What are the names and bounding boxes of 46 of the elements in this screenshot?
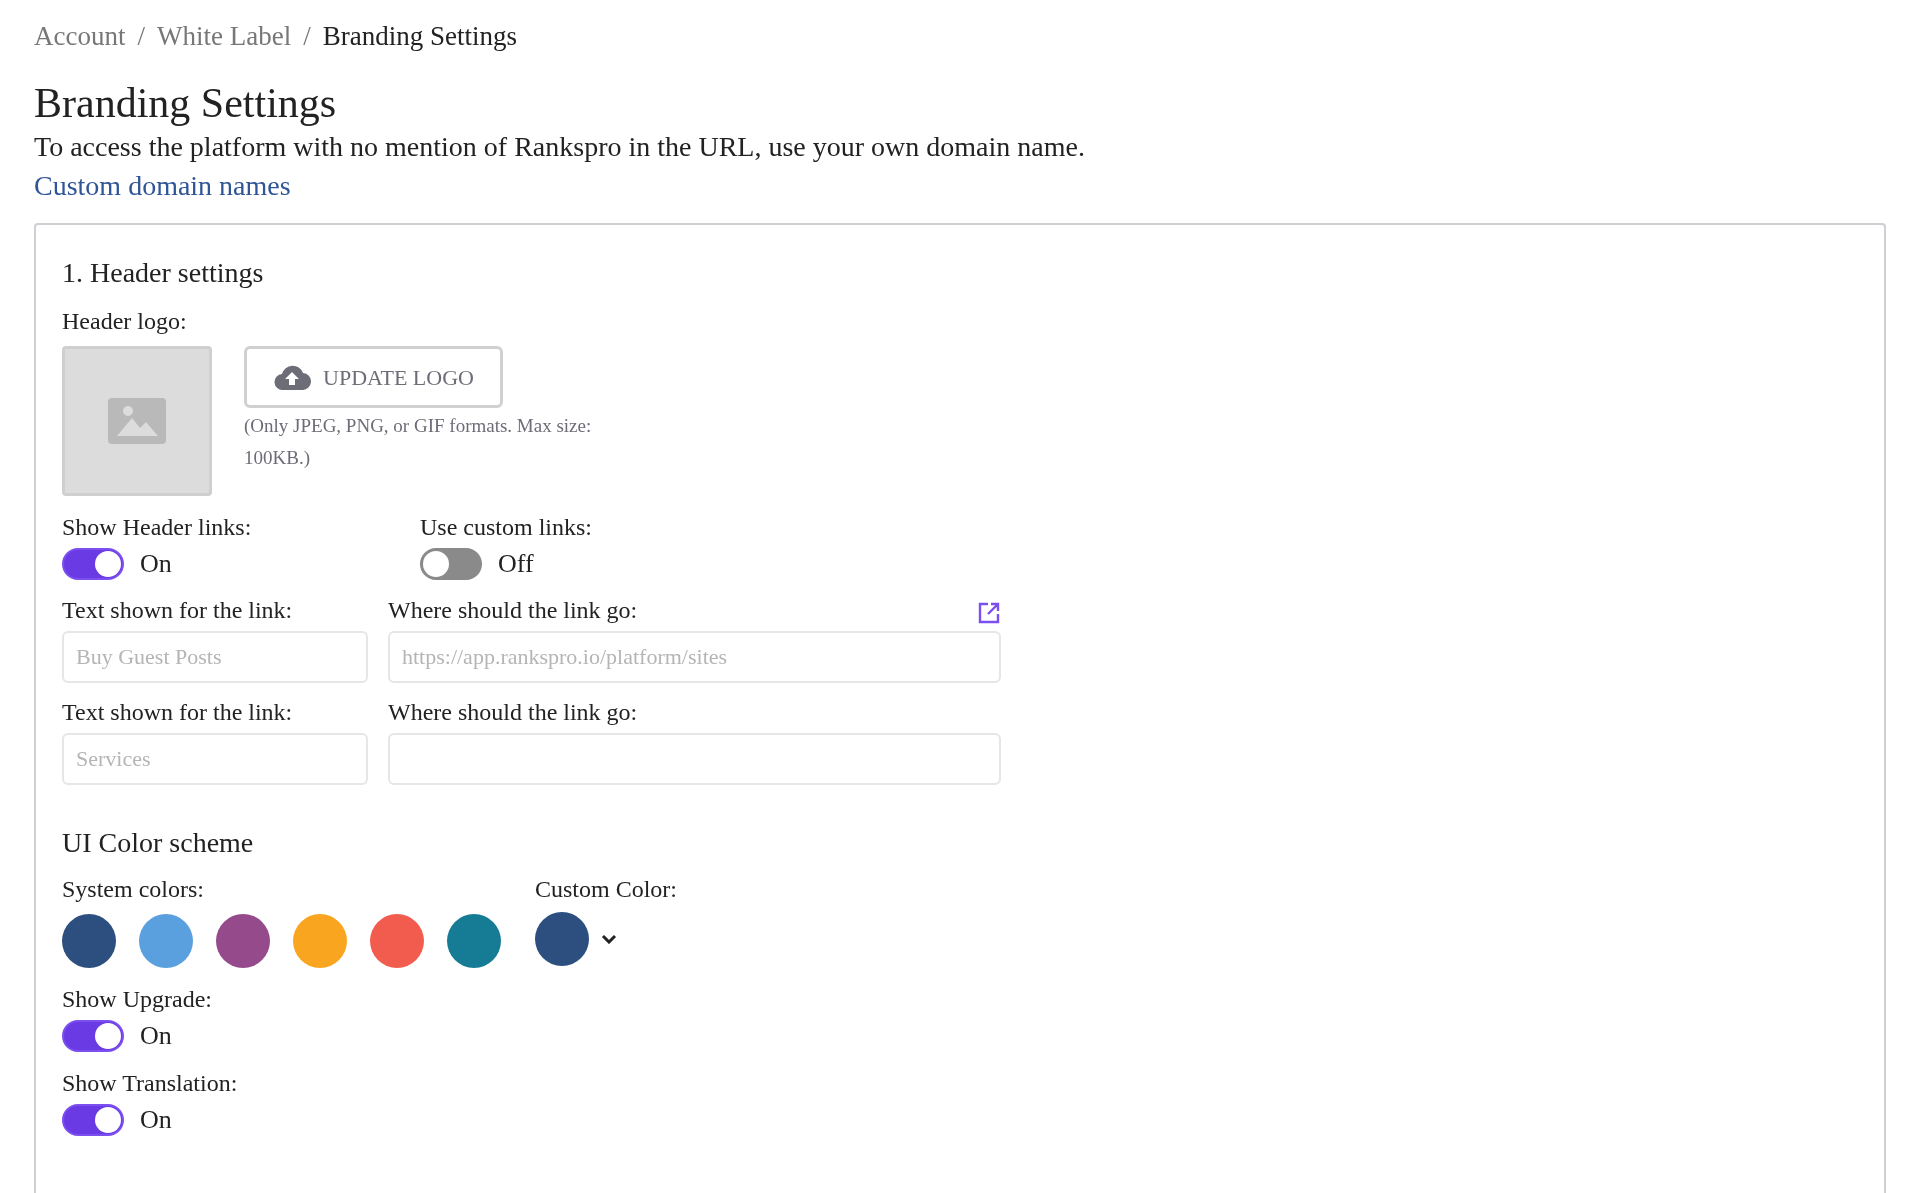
color-swatch[interactable] [447, 913, 501, 968]
toggle-state: Off [498, 548, 534, 580]
chevron-down-icon[interactable] [601, 933, 617, 944]
color-swatch[interactable] [216, 913, 270, 968]
toggle-switch[interactable] [62, 548, 124, 581]
toggle-switch[interactable] [420, 548, 482, 581]
section-title: UI Color scheme [62, 825, 255, 860]
color-swatch[interactable] [293, 913, 347, 968]
link-text-field[interactable]: Services [62, 732, 368, 785]
breadcrumb-link[interactable]: White Label [157, 16, 292, 57]
color-swatch[interactable] [139, 913, 193, 968]
breadcrumb-link[interactable]: Branding Settings [322, 16, 517, 57]
custom-domain-link[interactable]: Custom domain names [34, 168, 1886, 203]
upload-hint: (Only JPEG, PNG, or GIF formats. Max size: 100KB.) [244, 414, 593, 470]
external-link-icon[interactable] [977, 600, 1001, 625]
toggle-state: On [140, 1019, 172, 1052]
field-label: Text shown for the link: [62, 595, 294, 625]
breadcrumb-link[interactable]: Account [34, 16, 126, 57]
field-label: System colors: [62, 874, 205, 904]
field-label: Where should the link go: [388, 697, 638, 727]
image-icon [108, 398, 166, 444]
field-label: Header logo: [62, 307, 188, 336]
breadcrumb-separator: / [137, 20, 145, 53]
toggle-state: On [140, 1104, 172, 1136]
field-label: Custom Color: [535, 874, 678, 904]
field-label: Use custom links: [420, 513, 592, 542]
link-url-field[interactable] [388, 732, 1001, 785]
breadcrumb-separator: / [303, 20, 311, 53]
toggle-switch[interactable] [62, 1104, 124, 1137]
field-label: Show Translation: [62, 1069, 239, 1098]
page-description: To access the platform with no mention of Rankspro in the URL, use your own domain name. [34, 130, 1086, 164]
custom-color-swatch[interactable] [535, 911, 589, 966]
field-label: Where should the link go: [388, 595, 638, 625]
toggle-state: On [140, 548, 172, 580]
cloud-upload-icon [273, 364, 311, 390]
link-text-field[interactable]: Buy Guest Posts [62, 630, 368, 683]
field-label: Show Header links: [62, 513, 253, 542]
toggle-switch[interactable] [62, 1019, 124, 1052]
color-swatch[interactable] [370, 913, 424, 968]
section-title: 1. Header settings [62, 256, 265, 290]
field-label: Show Upgrade: [62, 984, 213, 1014]
update-logo-button[interactable]: UPDATE LOGO [244, 346, 503, 408]
color-swatch[interactable] [62, 913, 116, 968]
link-url-field[interactable]: https://app.rankspro.io/platform/sites [388, 630, 1001, 683]
field-label: Text shown for the link: [62, 697, 294, 727]
page-title: Branding Settings [34, 78, 338, 128]
